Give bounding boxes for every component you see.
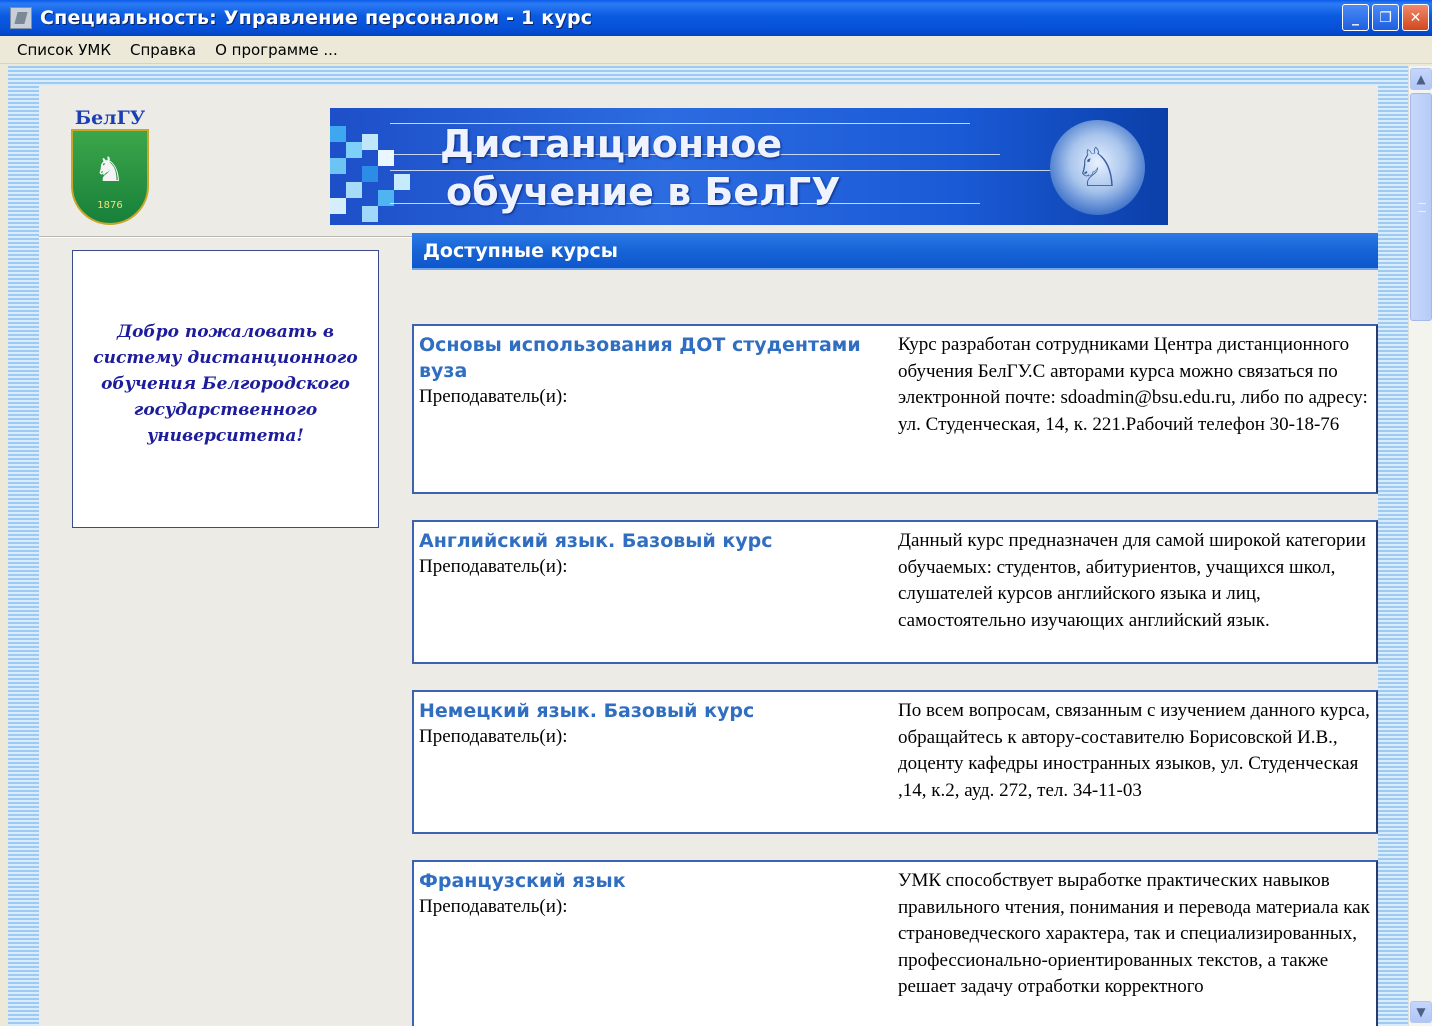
web-page: БелГУ ♞ 1876 Дистанционное обучение в Бе… — [39, 86, 1378, 1026]
vertical-scrollbar[interactable]: ▲ ▼ — [1408, 66, 1432, 1026]
section-title: Доступные курсы — [423, 239, 618, 262]
pegasus-emblem-icon: ♘ — [1050, 120, 1145, 215]
course-row: Французский язык Преподаватель(и): УМК с… — [412, 860, 1378, 1026]
minimize-button[interactable]: _ — [1342, 4, 1369, 31]
course-row: Основы использования ДОТ студентами вуза… — [412, 324, 1378, 494]
banner-title-line2: обучение в БелГУ — [446, 170, 841, 214]
window-titlebar[interactable]: Специальность: Управление персоналом - 1… — [0, 0, 1432, 36]
window-title: Специальность: Управление персоналом - 1… — [40, 7, 593, 29]
banner: Дистанционное обучение в БелГУ ♘ — [330, 108, 1168, 225]
welcome-box: Добро пожаловать в систему дистанционног… — [72, 250, 379, 528]
course-description: По всем вопросам, связанным с изучением … — [898, 700, 1370, 801]
logo-shield-icon: ♞ 1876 — [71, 129, 149, 225]
scroll-up-arrow-icon[interactable]: ▲ — [1410, 68, 1432, 90]
menu-bar: Список УМК Справка О программе ... — [0, 36, 1432, 64]
course-title-link[interactable]: Английский язык. Базовый курс — [419, 528, 889, 554]
menu-item-umk-list[interactable]: Список УМК — [17, 41, 111, 59]
course-teacher-label: Преподаватель(и): — [419, 386, 568, 407]
menu-item-about[interactable]: О программе ... — [215, 41, 338, 59]
logo-text: БелГУ — [74, 107, 146, 129]
course-row: Немецкий язык. Базовый курс Преподавател… — [412, 690, 1378, 834]
banner-title-line1: Дистанционное — [440, 122, 783, 166]
menu-item-help[interactable]: Справка — [130, 41, 196, 59]
window-controls: _ ❐ ✕ — [1342, 4, 1429, 31]
pegasus-icon: ♞ — [94, 150, 125, 190]
course-row: Английский язык. Базовый курс Преподават… — [412, 520, 1378, 664]
scroll-down-arrow-icon[interactable]: ▼ — [1410, 1001, 1432, 1023]
close-button[interactable]: ✕ — [1402, 4, 1429, 31]
app-window-icon[interactable] — [10, 7, 32, 29]
logo-year: 1876 — [97, 200, 123, 211]
course-title-link[interactable]: Французский язык — [419, 868, 889, 894]
scrollbar-grip-icon — [1418, 203, 1426, 212]
university-logo: БелГУ ♞ 1876 — [69, 107, 151, 225]
available-courses-header: Доступные курсы — [412, 233, 1378, 270]
course-description: УМК способствует выработке практических … — [898, 870, 1370, 997]
scrollbar-thumb[interactable] — [1410, 93, 1432, 321]
course-teacher-label: Преподаватель(и): — [419, 896, 568, 917]
course-title-link[interactable]: Основы использования ДОТ студентами вуза — [419, 332, 889, 384]
welcome-text: Добро пожаловать в систему дистанционног… — [93, 322, 358, 446]
course-teacher-label: Преподаватель(и): — [419, 726, 568, 747]
content-frame: БелГУ ♞ 1876 Дистанционное обучение в Бе… — [8, 66, 1408, 1026]
maximize-button[interactable]: ❐ — [1372, 4, 1399, 31]
course-description: Курс разработан сотрудниками Центра дист… — [898, 334, 1368, 435]
course-title-link[interactable]: Немецкий язык. Базовый курс — [419, 698, 889, 724]
course-teacher-label: Преподаватель(и): — [419, 556, 568, 577]
course-description: Данный курс предназначен для самой широк… — [898, 530, 1366, 631]
